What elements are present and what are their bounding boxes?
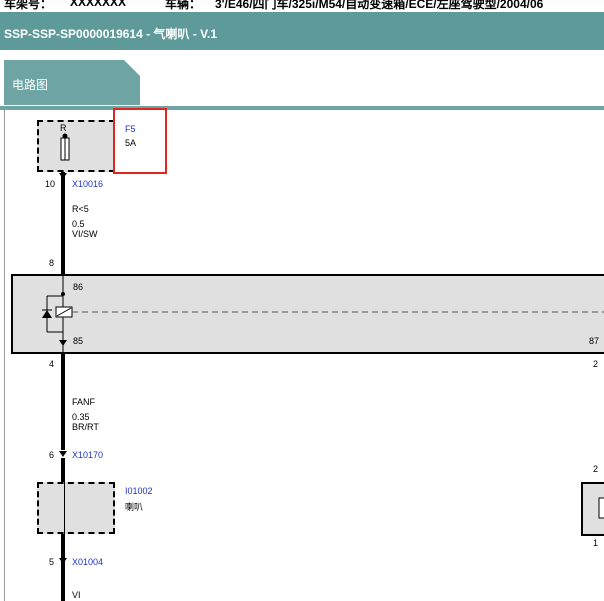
vehicle-info-bar: 车架号： XXXXXXX 车辆： 3'/E46/四门车/325i/M54/自动变… [0,0,604,12]
vehicle-label: 车辆： [165,0,202,11]
fuse-icon [60,133,70,161]
component-id[interactable]: I01002 [125,486,153,496]
relay-pin-85: 85 [73,336,84,346]
connector-x01004[interactable]: X01004 [72,557,103,567]
relay-top-pin: 8 [49,258,55,268]
right-component-top-pin: 2 [593,464,599,474]
connector3-pin: 5 [49,557,55,567]
tab-row: 电路图 [0,60,604,110]
right-component-bottom-pin: 1 [593,538,599,548]
wire2-size: 0.35 [72,412,90,422]
chassis-label: 车架号： [4,0,53,11]
circuit-diagram-panel[interactable]: R F5 5A 10 X10016 R<5 0.5 VI/SW 8 86 85 … [4,108,604,601]
tab-label: 电路图 [12,78,49,92]
wire2-code: FANF [72,397,96,407]
wire2-color: BR/RT [72,422,99,432]
wire1-size: 0.5 [72,219,85,229]
horn-component-box[interactable] [37,482,115,534]
vehicle-value: 3'/E46/四门车/325i/M54/自动变速箱/ECE/左座驾驶型/2004… [215,0,544,11]
document-title-bar: SSP-SSP-SP0000019614 - 气喇叭 - V.1 [0,12,604,50]
wire1-color: VI/SW [72,229,98,239]
fuse-output-pin: 10 [45,179,56,189]
relay-symbol-icon [42,274,604,354]
tab-circuit-diagram[interactable]: 电路图 [4,60,140,105]
document-title: SSP-SSP-SP0000019614 - 气喇叭 - V.1 [4,27,218,41]
connector2-pin: 6 [49,450,55,460]
connector-arrow-icon [59,173,67,179]
wire1-code: R<5 [72,204,89,214]
relay-right-bottom-pin: 2 [593,359,599,369]
wire-through-component [64,482,65,534]
component-name: 喇叭 [125,502,144,512]
highlight-box [113,108,167,174]
connector-x10016[interactable]: X10016 [72,179,103,189]
connector-x10170[interactable]: X10170 [72,450,103,460]
wire-segment-1 [61,172,65,274]
connector-arrow-icon [59,558,67,564]
wire-segment-2 [61,354,65,450]
wire3-color: VI [72,590,81,600]
chassis-value: XXXXXXX [70,0,127,9]
relay-bottom-pin: 4 [49,359,55,369]
fuse-box[interactable] [37,120,115,172]
relay-pin-86: 86 [73,282,84,292]
right-component-symbol-icon [598,497,604,519]
relay-pin-87: 87 [589,336,600,346]
